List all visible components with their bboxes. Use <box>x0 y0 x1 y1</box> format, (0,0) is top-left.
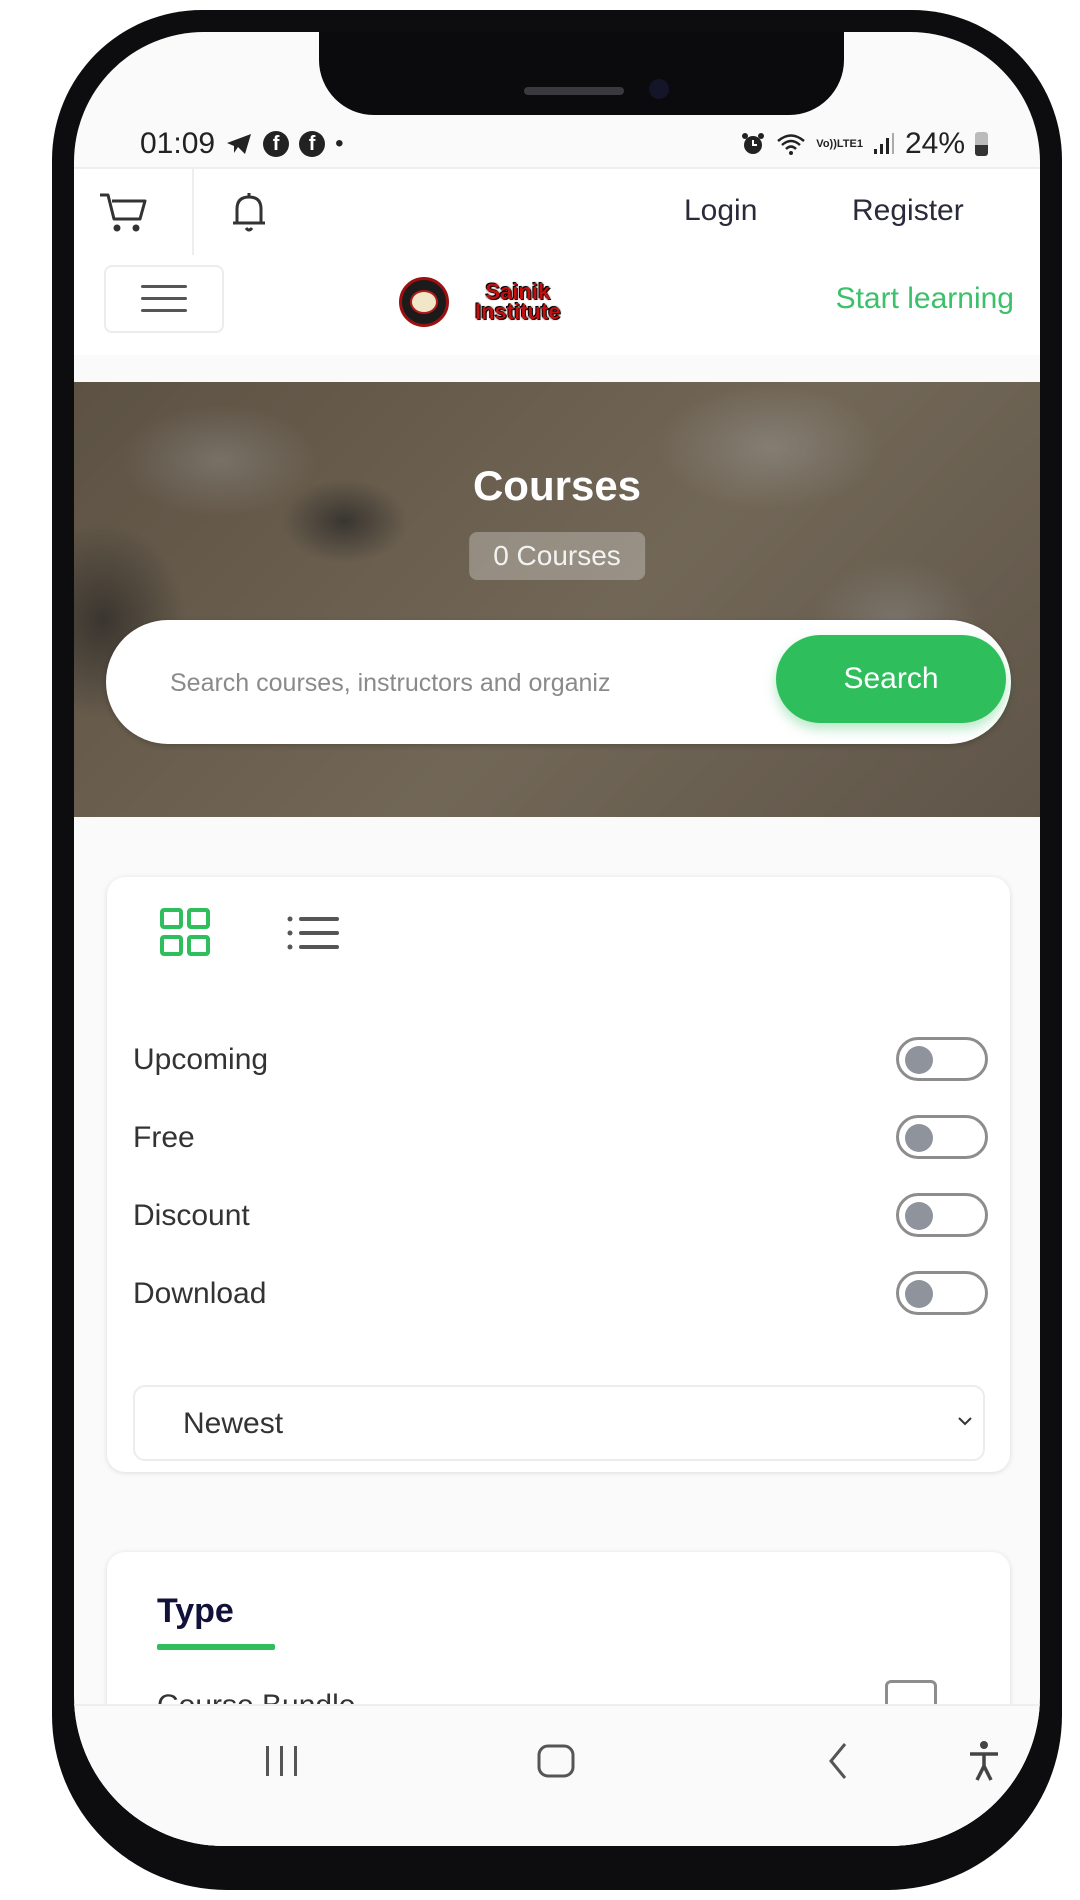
hero-banner: Courses 0 Courses Search <box>74 382 1040 817</box>
phone-frame: 01:09 f f • Vo)) LTE1 24% Login Register… <box>52 10 1062 1890</box>
volte-lte-icon: Vo)) LTE1 <box>816 137 863 150</box>
battery-percent: 24% <box>904 127 965 160</box>
free-toggle[interactable] <box>896 1115 988 1159</box>
back-button[interactable] <box>809 1736 869 1786</box>
hamburger-line <box>141 309 187 312</box>
toggle-knob <box>905 1202 933 1230</box>
toggle-row-download: Download <box>133 1271 988 1321</box>
logo-emblem-icon <box>399 277 449 327</box>
top-bar: Login Register <box>74 167 1040 257</box>
cart-button[interactable] <box>96 187 152 237</box>
status-right: Vo)) LTE1 24% <box>740 127 988 161</box>
status-bar: 01:09 f f • Vo)) LTE1 24% <box>74 32 1040 160</box>
recents-icon <box>266 1746 297 1776</box>
main-navbar: Sainik Institute Start learning <box>74 255 1040 355</box>
filter-card: Upcoming Free Discount Download Newest <box>107 877 1010 1472</box>
download-toggle[interactable] <box>896 1271 988 1315</box>
login-link[interactable]: Login <box>684 194 757 228</box>
grid-view-button[interactable] <box>159 907 211 959</box>
signal-icon <box>873 132 895 156</box>
list-view-button[interactable] <box>287 913 341 953</box>
sort-selected-value: Newest <box>183 1407 284 1440</box>
toggle-knob <box>905 1124 933 1152</box>
notifications-button[interactable] <box>224 187 274 237</box>
toggle-row-free: Free <box>133 1115 988 1165</box>
system-nav-bar <box>74 1704 1040 1846</box>
start-learning-link[interactable]: Start learning <box>836 282 1014 316</box>
status-left: 01:09 f f • <box>140 127 343 161</box>
hamburger-menu-button[interactable] <box>104 265 224 333</box>
list-view-icon <box>287 916 339 950</box>
grid-view-icon <box>160 908 210 956</box>
web-page: Login Register Sainik Institute Start le… <box>74 167 1040 1846</box>
telegram-icon <box>225 132 253 156</box>
accessibility-icon <box>970 1741 998 1781</box>
accessibility-button[interactable] <box>954 1736 1014 1786</box>
alarm-icon <box>740 131 766 157</box>
toggle-label: Discount <box>133 1199 250 1232</box>
toggle-label: Download <box>133 1277 267 1310</box>
hamburger-menu-icon <box>141 285 187 288</box>
back-icon <box>829 1743 847 1779</box>
chevron-down-icon <box>958 1417 972 1426</box>
site-logo[interactable]: Sainik Institute <box>399 277 561 327</box>
wifi-icon <box>776 132 806 156</box>
register-link[interactable]: Register <box>852 194 964 228</box>
toggle-row-discount: Discount <box>133 1193 988 1243</box>
search-input[interactable] <box>168 660 747 706</box>
status-time: 01:09 <box>140 127 216 160</box>
discount-toggle[interactable] <box>896 1193 988 1237</box>
facebook-icon: f <box>299 131 326 157</box>
course-count-badge: 0 Courses <box>469 532 645 580</box>
sort-select[interactable]: Newest <box>133 1385 985 1461</box>
facebook-icon: f <box>263 131 290 157</box>
type-heading-underline <box>157 1644 275 1650</box>
toggle-knob <box>905 1046 933 1074</box>
battery-icon <box>975 132 988 156</box>
hamburger-line <box>141 297 187 300</box>
phone-screen: 01:09 f f • Vo)) LTE1 24% Login Register… <box>74 32 1040 1846</box>
search-bar: Search <box>106 620 1011 744</box>
notification-dot-icon: • <box>335 130 344 157</box>
type-heading: Type <box>157 1592 234 1630</box>
upcoming-toggle[interactable] <box>896 1037 988 1081</box>
cart-icon <box>100 193 147 232</box>
toggle-row-upcoming: Upcoming <box>133 1037 988 1087</box>
logo-wordmark: Sainik Institute <box>475 279 561 324</box>
page-title: Courses <box>472 462 642 509</box>
toggle-label: Free <box>133 1121 195 1154</box>
home-button[interactable] <box>526 1736 586 1786</box>
toggle-label: Upcoming <box>133 1043 269 1076</box>
search-button[interactable]: Search <box>776 635 1006 723</box>
home-icon <box>537 1744 575 1778</box>
recents-button[interactable] <box>252 1736 312 1786</box>
topbar-divider <box>192 169 194 255</box>
toggle-knob <box>905 1280 933 1308</box>
bell-icon <box>233 193 265 232</box>
